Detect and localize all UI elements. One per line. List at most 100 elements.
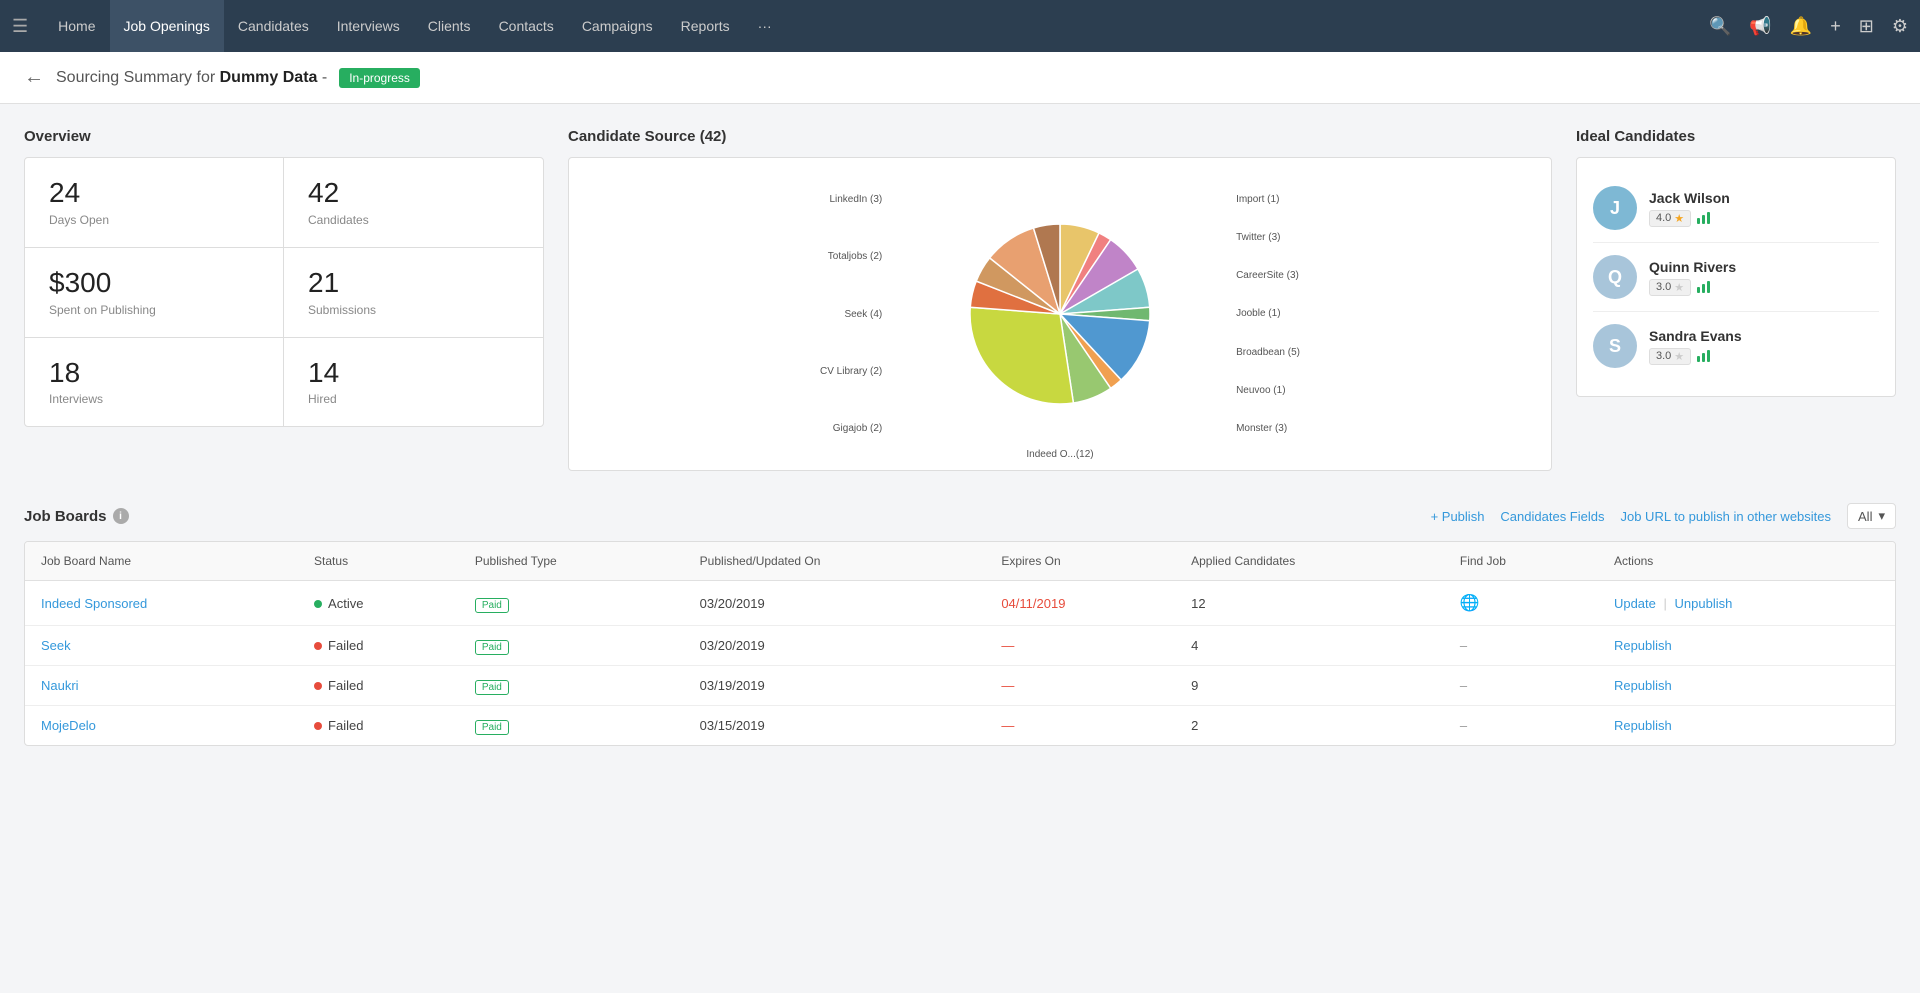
republish-link-naukri[interactable]: Republish (1614, 678, 1672, 693)
cell-name-indeed: Indeed Sponsored (25, 581, 298, 626)
job-boards-title: Job Boards i (24, 508, 129, 525)
overview-title: Overview (24, 128, 544, 145)
candidate-source-chart: LinkedIn (3) Totaljobs (2) Seek (4) CV L… (568, 157, 1552, 471)
label-twitter: Twitter (3) (1236, 232, 1300, 243)
search-icon[interactable]: 🔍 (1709, 16, 1731, 37)
bar2-q (1702, 284, 1705, 293)
rating-badge-quinn: 3.0 ★ (1649, 279, 1691, 296)
link-naukri[interactable]: Naukri (41, 678, 79, 693)
update-link-indeed[interactable]: Update (1614, 596, 1656, 611)
col-applied-candidates: Applied Candidates (1175, 542, 1444, 581)
spent-label: Spent on Publishing (49, 303, 259, 317)
candidate-source-title: Candidate Source (42) (568, 128, 1552, 145)
bar2 (1702, 215, 1705, 224)
nav-clients[interactable]: Clients (414, 0, 485, 52)
avatar-quinn: Q (1593, 255, 1637, 299)
star-icon-gold: ★ (1674, 212, 1684, 225)
nav-job-openings[interactable]: Job Openings (110, 0, 224, 52)
nav-more[interactable]: ··· (744, 0, 786, 52)
overview-cell-spent: $300 Spent on Publishing (25, 248, 284, 338)
nav-interviews[interactable]: Interviews (323, 0, 414, 52)
label-indeed-organic: Indeed O...(12) (1026, 449, 1093, 460)
label-gigajob: Gigajob (2) (820, 423, 882, 434)
rating-value-quinn: 3.0 (1656, 281, 1671, 293)
bar3-q (1707, 281, 1710, 293)
signal-bars-quinn (1697, 281, 1710, 293)
link-indeed-sponsored[interactable]: Indeed Sponsored (41, 596, 147, 611)
link-seek[interactable]: Seek (41, 638, 71, 653)
page-header: ← Sourcing Summary for Dummy Data - In-p… (0, 52, 1920, 104)
info-icon[interactable]: i (113, 508, 129, 524)
paid-badge-mojedelo: Paid (475, 720, 509, 735)
cell-expires-seek: — (985, 626, 1175, 666)
cell-actions-indeed: Update | Unpublish (1598, 581, 1895, 626)
expires-dash-naukri: — (1001, 678, 1014, 693)
job-url-link[interactable]: Job URL to publish in other websites (1620, 509, 1831, 524)
globe-icon-indeed[interactable]: 🌐 (1460, 595, 1480, 612)
cell-type-naukri: Paid (459, 666, 684, 706)
nav-contacts[interactable]: Contacts (485, 0, 568, 52)
label-linkedin: LinkedIn (3) (820, 194, 882, 205)
nav-reports[interactable]: Reports (667, 0, 744, 52)
republish-link-seek[interactable]: Republish (1614, 638, 1672, 653)
overview-cell-candidates: 42 Candidates (284, 158, 543, 248)
candidate-source-section: Candidate Source (42) LinkedIn (3) Total… (568, 128, 1552, 471)
back-button[interactable]: ← (24, 66, 44, 89)
nav-candidates[interactable]: Candidates (224, 0, 323, 52)
link-mojedelo[interactable]: MojeDelo (41, 718, 96, 733)
bar1-q (1697, 287, 1700, 293)
chart-area: LinkedIn (3) Totaljobs (2) Seek (4) CV L… (820, 184, 1300, 444)
add-icon[interactable]: + (1830, 16, 1841, 37)
overview-cell-submissions: 21 Submissions (284, 248, 543, 338)
candidates-number: 42 (308, 178, 519, 209)
filter-dropdown[interactable]: All ▾ (1847, 503, 1896, 529)
candidate-quinn-rivers: Q Quinn Rivers 3.0 ★ (1593, 243, 1879, 312)
notification-icon[interactable]: 🔔 (1790, 16, 1812, 37)
hired-number: 14 (308, 358, 519, 389)
cell-find-job-naukri: – (1444, 666, 1598, 706)
chart-labels-right: Import (1) Twitter (3) CareerSite (3) Jo… (1236, 184, 1300, 444)
announcement-icon[interactable]: 📢 (1749, 16, 1771, 37)
label-import: Import (1) (1236, 194, 1300, 205)
hamburger-menu[interactable]: ☰ (12, 16, 28, 37)
no-find-job-naukri: – (1460, 678, 1467, 693)
ideal-candidates-title: Ideal Candidates (1576, 128, 1896, 145)
label-cvlibrary: CV Library (2) (820, 366, 882, 377)
table-header-row: Job Board Name Status Published Type Pub… (25, 542, 1895, 581)
cell-applied-naukri: 9 (1175, 666, 1444, 706)
cell-name-naukri: Naukri (25, 666, 298, 706)
cell-expires-naukri: — (985, 666, 1175, 706)
chart-labels-left: LinkedIn (3) Totaljobs (2) Seek (4) CV L… (820, 184, 882, 444)
cell-actions-naukri: Republish (1598, 666, 1895, 706)
settings-icon[interactable]: ⚙ (1892, 16, 1908, 37)
candidate-sandra-evans: S Sandra Evans 3.0 ★ (1593, 312, 1879, 380)
ideal-candidates-section: Ideal Candidates J Jack Wilson 4.0 ★ (1576, 128, 1896, 471)
star-icon-gray-q: ★ (1674, 281, 1684, 294)
cell-type-mojedelo: Paid (459, 706, 684, 746)
overview-grid: 24 Days Open 42 Candidates $300 Spent on… (24, 157, 544, 427)
dot-failed-mojedelo (314, 722, 322, 730)
dot-failed-seek (314, 642, 322, 650)
title-suffix: - (317, 69, 327, 86)
unpublish-link-indeed[interactable]: Unpublish (1675, 596, 1733, 611)
cell-find-job-mojedelo: – (1444, 706, 1598, 746)
days-open-label: Days Open (49, 213, 259, 227)
title-bold: Dummy Data (220, 69, 318, 86)
grid-icon[interactable]: ⊞ (1859, 16, 1874, 37)
submissions-label: Submissions (308, 303, 519, 317)
nav-home[interactable]: Home (44, 0, 109, 52)
nav-campaigns[interactable]: Campaigns (568, 0, 667, 52)
hired-label: Hired (308, 392, 519, 406)
job-boards-actions: + Publish Candidates Fields Job URL to p… (1431, 503, 1896, 529)
bar1 (1697, 218, 1700, 224)
publish-button[interactable]: + Publish (1431, 509, 1485, 524)
dot-failed-naukri (314, 682, 322, 690)
table-row-mojedelo: MojeDelo Failed Paid 03/15/2019 — 2 – Re… (25, 706, 1895, 746)
rating-value-jack: 4.0 (1656, 212, 1671, 224)
cell-status-indeed: Active (298, 581, 459, 626)
republish-link-mojedelo[interactable]: Republish (1614, 718, 1672, 733)
cell-published-naukri: 03/19/2019 (684, 666, 986, 706)
interviews-label: Interviews (49, 392, 259, 406)
candidates-fields-link[interactable]: Candidates Fields (1500, 509, 1604, 524)
cell-name-seek: Seek (25, 626, 298, 666)
